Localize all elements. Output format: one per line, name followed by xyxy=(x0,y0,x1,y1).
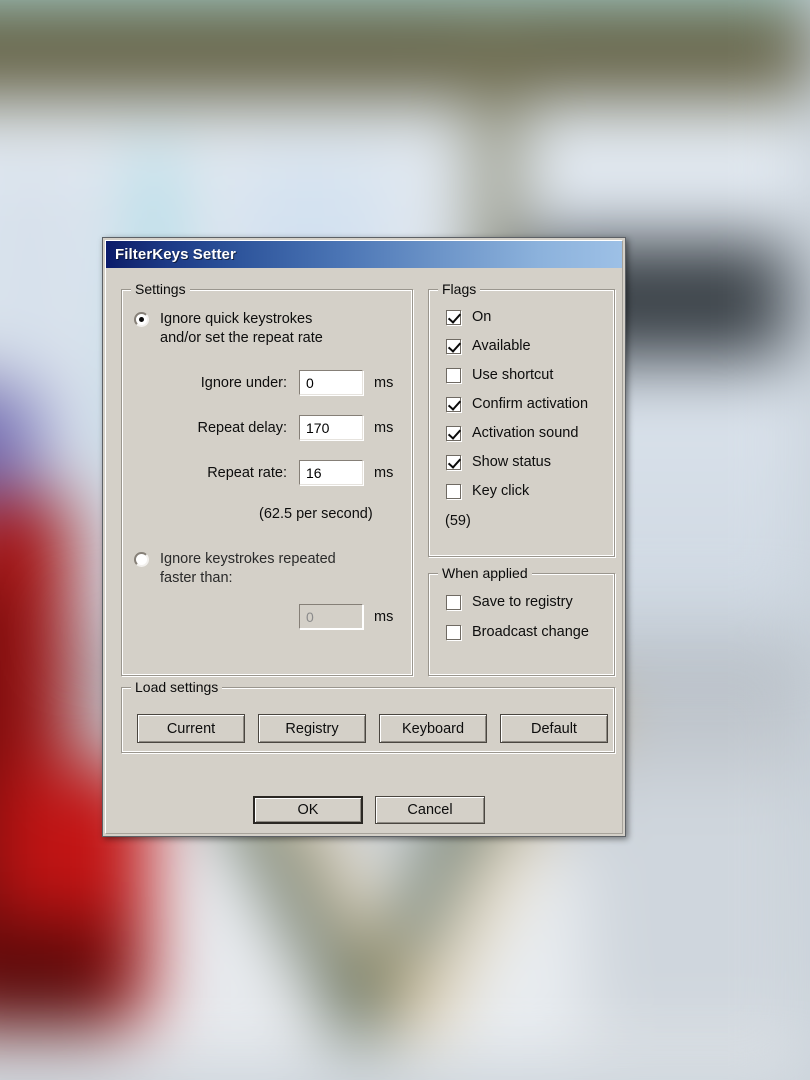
flags-group: Flags On Available Use shortcut Confirm … xyxy=(428,281,615,557)
checkbox-broadcast-change-label: Broadcast change xyxy=(472,624,589,640)
radio2-line-2: faster than: xyxy=(160,570,233,586)
flags-group-legend: Flags xyxy=(438,281,481,297)
radio-ignore-quick-keystrokes[interactable]: Ignore quick keystrokes and/or set the r… xyxy=(134,310,394,348)
ignore-under-row: Ignore under: 0 ms xyxy=(162,370,402,395)
checkbox-confirm-activation-label: Confirm activation xyxy=(472,396,589,412)
checkbox-on[interactable]: On xyxy=(446,309,491,325)
radio-indicator-selected-icon xyxy=(134,312,149,327)
checkbox-available-label: Available xyxy=(472,338,531,354)
ignore-under-unit: ms xyxy=(374,374,394,391)
checkbox-unchecked-icon xyxy=(446,483,461,499)
checkbox-available[interactable]: Available xyxy=(446,338,531,354)
repeat-delay-label: Repeat delay: xyxy=(197,419,287,436)
load-settings-group-legend: Load settings xyxy=(131,679,223,695)
checkbox-save-to-registry-label: Save to registry xyxy=(472,594,573,610)
checkbox-on-label: On xyxy=(472,309,492,325)
checkbox-use-shortcut-label: Use shortcut xyxy=(472,367,554,383)
filterkeys-setter-dialog: FilterKeys Setter Settings Ignore quick … xyxy=(102,237,626,837)
checkbox-activation-sound[interactable]: Activation sound xyxy=(446,425,578,441)
repeat-rate-input[interactable]: 16 xyxy=(299,460,363,485)
repeat-delay-input[interactable]: 170 xyxy=(299,415,363,440)
load-keyboard-button[interactable]: Keyboard xyxy=(379,714,487,743)
cancel-button[interactable]: Cancel xyxy=(375,796,485,824)
radio-line-2: and/or set the repeat rate xyxy=(160,330,323,346)
when-applied-group-legend: When applied xyxy=(438,565,532,581)
settings-group: Settings Ignore quick keystrokes and/or … xyxy=(121,281,413,676)
flags-value-note: (59) xyxy=(445,513,471,529)
radio-line-1: Ignore quick keystrokes xyxy=(160,311,313,327)
repeat-rate-unit: ms xyxy=(374,464,394,481)
checkbox-checked-icon xyxy=(446,454,461,470)
load-registry-button[interactable]: Registry xyxy=(258,714,366,743)
checkbox-show-status-label: Show status xyxy=(472,454,551,470)
checkbox-checked-icon xyxy=(446,338,461,354)
radio-ignore-repeated-keystrokes[interactable]: Ignore keystrokes repeated faster than: xyxy=(134,550,399,588)
checkbox-unchecked-icon xyxy=(446,594,461,610)
repeat-rate-row: Repeat rate: 16 ms xyxy=(162,460,402,485)
repeat-rate-label: Repeat rate: xyxy=(207,464,287,481)
checkbox-use-shortcut[interactable]: Use shortcut xyxy=(446,367,553,383)
repeat-rate-note: (62.5 per second) xyxy=(259,506,373,522)
dialog-client-area: Settings Ignore quick keystrokes and/or … xyxy=(106,268,622,833)
checkbox-save-to-registry[interactable]: Save to registry xyxy=(446,594,573,610)
repeat-delay-row: Repeat delay: 170 ms xyxy=(162,415,402,440)
repeat-delay-unit: ms xyxy=(374,419,394,436)
checkbox-confirm-activation[interactable]: Confirm activation xyxy=(446,396,588,412)
checkbox-checked-icon xyxy=(446,309,461,325)
checkbox-key-click-label: Key click xyxy=(472,483,530,499)
checkbox-unchecked-icon xyxy=(446,624,461,640)
checkbox-unchecked-icon xyxy=(446,367,461,383)
window-title: FilterKeys Setter xyxy=(115,246,236,263)
checkbox-key-click[interactable]: Key click xyxy=(446,483,529,499)
title-bar[interactable]: FilterKeys Setter xyxy=(106,241,622,268)
checkbox-broadcast-change[interactable]: Broadcast change xyxy=(446,624,589,640)
checkbox-checked-icon xyxy=(446,425,461,441)
settings-group-legend: Settings xyxy=(131,281,190,297)
ignore-under-label: Ignore under: xyxy=(200,374,287,391)
radio-indicator-unselected-icon xyxy=(134,552,149,567)
load-current-button[interactable]: Current xyxy=(137,714,245,743)
faster-than-input: 0 xyxy=(299,604,363,629)
radio-ignore-repeated-keystrokes-label: Ignore keystrokes repeated faster than: xyxy=(160,550,336,588)
checkbox-activation-sound-label: Activation sound xyxy=(472,425,579,441)
faster-than-row: 0 ms xyxy=(299,604,393,629)
radio-ignore-quick-keystrokes-label: Ignore quick keystrokes and/or set the r… xyxy=(160,310,323,348)
checkbox-show-status[interactable]: Show status xyxy=(446,454,551,470)
load-settings-group: Load settings Current Registry Keyboard … xyxy=(121,679,615,753)
ok-button[interactable]: OK xyxy=(253,796,363,824)
ignore-under-input[interactable]: 0 xyxy=(299,370,363,395)
load-default-button[interactable]: Default xyxy=(500,714,608,743)
when-applied-group: When applied Save to registry Broadcast … xyxy=(428,565,615,676)
faster-than-unit: ms xyxy=(374,608,394,625)
radio2-line-1: Ignore keystrokes repeated xyxy=(160,551,336,567)
checkbox-checked-icon xyxy=(446,396,461,412)
